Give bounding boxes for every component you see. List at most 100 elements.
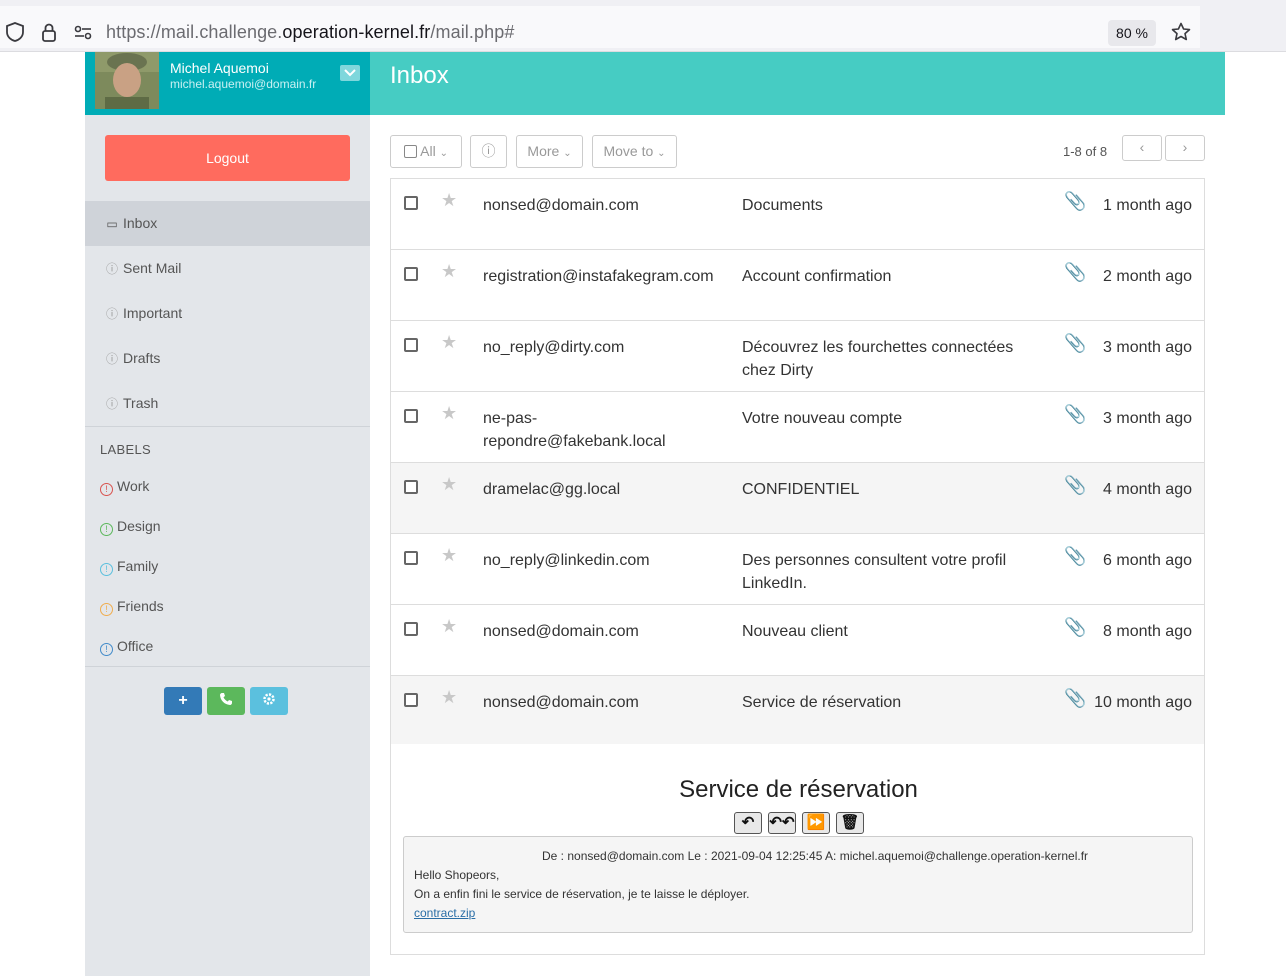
sidebar-item-drafts[interactable]: ⓘ Drafts [85,336,370,381]
info-button[interactable]: ⓘ [470,135,507,168]
mail-date: 2 month ago [1103,268,1192,285]
delete-button[interactable]: 🗑 [836,812,864,834]
mail-checkbox[interactable] [404,338,418,352]
chevron-right-icon: › [1182,139,1188,155]
mail-subject: Votre nouveau compte [742,410,903,427]
reply-button[interactable]: ↶ [734,812,762,834]
profile-name: Michel Aquemoi [170,60,269,76]
star-icon[interactable]: ★ [441,687,457,708]
mail-preview: Service de réservation ↶ ↶↶ ⏩ 🗑 De : non… [390,744,1205,955]
message-header: De : nonsed@domain.com Le : 2021-09-04 1… [542,849,1089,863]
mail-checkbox[interactable] [404,267,418,281]
mail-checkbox[interactable] [404,693,418,707]
mail-checkbox[interactable] [404,480,418,494]
browser-toolbar: https://mail.challenge.operation-kernel.… [0,0,1286,52]
move-to-dropdown[interactable]: Move to ⌄ [592,135,677,168]
avatar [95,52,159,109]
mail-checkbox[interactable] [404,409,418,423]
chevron-down-icon: ⌄ [563,148,572,159]
star-icon[interactable]: ★ [441,474,457,495]
select-all-dropdown[interactable]: All ⌄ [390,135,462,168]
sidebar-item-sent-mail[interactable]: ⓘ Sent Mail [85,246,370,291]
inbox-icon: ▭ [106,217,118,231]
mail-row[interactable]: ★ no_reply@linkedin.com Des personnes co… [390,534,1205,605]
mail-checkbox[interactable] [404,622,418,636]
mail-row[interactable]: ★ no_reply@dirty.com Découvrez les fourc… [390,321,1205,392]
message-greeting: Hello Shopeors, [414,868,500,882]
add-button[interactable]: + [164,687,202,715]
bookmark-star-icon[interactable] [1170,21,1192,43]
info-circle-icon: ⓘ [105,262,118,276]
reply-all-button[interactable]: ↶↶ [768,812,796,834]
sidebar-item-important[interactable]: ⓘ Important [85,291,370,336]
mail-row[interactable]: ★ nonsed@domain.com Documents 📎 1 month … [390,179,1205,250]
mail-subject: Nouveau client [742,623,848,640]
star-icon[interactable]: ★ [441,616,457,637]
zoom-level[interactable]: 80 % [1108,20,1156,46]
chevron-left-icon: ‹ [1139,139,1145,155]
shield-icon[interactable] [4,21,26,43]
paperclip-icon: 📎 [1064,617,1087,637]
mail-row[interactable]: ★ nonsed@domain.com Service de réservati… [390,676,1205,747]
page-title: Inbox [390,62,449,89]
call-button[interactable] [207,687,245,715]
next-page-button[interactable]: › [1165,135,1205,161]
label-item-family[interactable]: ! Family [85,546,370,586]
chevron-down-icon: ⌄ [439,148,448,159]
url-text[interactable]: https://mail.challenge.operation-kernel.… [106,22,514,43]
mail-list: ★ nonsed@domain.com Documents 📎 1 month … [390,178,1205,747]
label-dot-icon: ! [100,643,113,656]
mail-subject: Des personnes consultent votre profil Li… [742,552,1007,592]
label-item-design[interactable]: ! Design [85,506,370,546]
chevron-down-icon [344,69,356,77]
label-dot-icon: ! [100,523,113,536]
label-dot-icon: ! [100,563,113,576]
settings-button[interactable] [250,687,288,715]
chevron-down-icon: ⌄ [657,148,666,159]
logout-button[interactable]: Logout [105,135,350,181]
mail-checkbox[interactable] [404,196,418,210]
label-item-friends[interactable]: ! Friends [85,586,370,626]
paperclip-icon: 📎 [1064,688,1087,708]
profile-menu-button[interactable] [340,65,360,81]
address-bar[interactable]: https://mail.challenge.operation-kernel.… [0,6,1200,48]
lock-icon[interactable] [38,21,60,43]
mail-from: dramelac@gg.local [483,481,621,498]
star-icon[interactable]: ★ [441,261,457,282]
paperclip-icon: 📎 [1064,404,1087,424]
sidebar: Michel Aquemoi michel.aquemoi@domain.fr … [85,52,370,976]
label-dot-icon: ! [100,603,113,616]
info-circle-icon: ⓘ [105,397,118,411]
label-item-work[interactable]: ! Work [85,466,370,506]
star-icon[interactable]: ★ [441,545,457,566]
forward-button[interactable]: ⏩ [802,812,830,834]
more-dropdown[interactable]: More ⌄ [516,135,583,168]
trash-icon: 🗑 [840,814,860,831]
message-body: De : nonsed@domain.com Le : 2021-09-04 1… [403,836,1193,933]
mail-row[interactable]: ★ ne-pas-repondre@fakebank.local Votre n… [390,392,1205,463]
page-header: Inbox [370,52,1225,115]
mail-row[interactable]: ★ dramelac@gg.local CONFIDENTIEL 📎 4 mon… [390,463,1205,534]
attachment-link[interactable]: contract.zip [414,906,475,920]
star-icon[interactable]: ★ [441,332,457,353]
prev-page-button[interactable]: ‹ [1122,135,1162,161]
mail-from: nonsed@domain.com [483,694,639,711]
mail-date: 3 month ago [1103,339,1192,356]
site-permissions-icon[interactable] [72,21,94,43]
star-icon[interactable]: ★ [441,403,457,424]
star-icon[interactable]: ★ [441,190,457,211]
profile-header: Michel Aquemoi michel.aquemoi@domain.fr [85,52,370,115]
paperclip-icon: 📎 [1064,546,1087,566]
mail-row[interactable]: ★ nonsed@domain.com Nouveau client 📎 8 m… [390,605,1205,676]
label-item-office[interactable]: ! Office [85,626,370,666]
sidebar-divider [85,666,370,667]
mail-subject: CONFIDENTIEL [742,481,860,498]
paperclip-icon: 📎 [1064,333,1087,353]
mail-checkbox[interactable] [404,551,418,565]
mail-date: 6 month ago [1103,552,1192,569]
reply-icon: ↶ [741,814,755,831]
mail-row[interactable]: ★ registration@instafakegram.com Account… [390,250,1205,321]
sidebar-item-trash[interactable]: ⓘ Trash [85,381,370,426]
mail-date: 1 month ago [1103,197,1192,214]
sidebar-item-inbox[interactable]: ▭ Inbox [85,201,370,246]
